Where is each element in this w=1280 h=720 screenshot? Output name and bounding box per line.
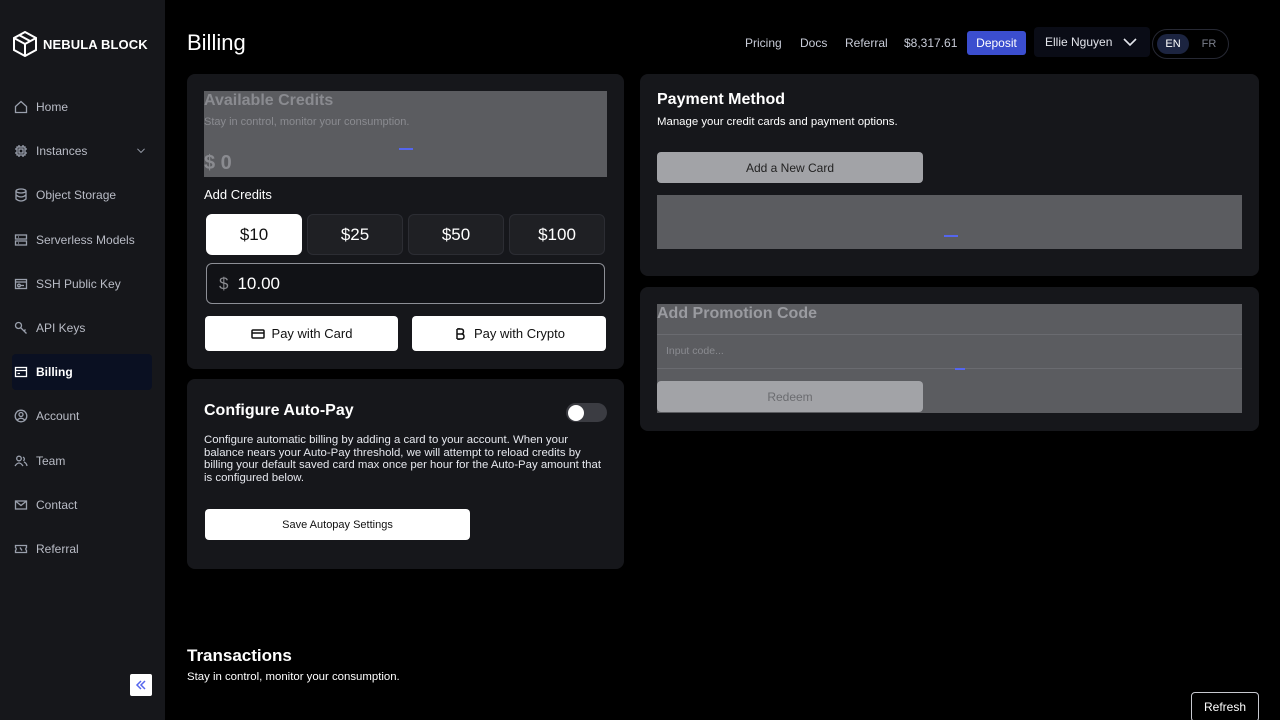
- cpu-icon: [14, 144, 28, 158]
- cards-loading-placeholder: [657, 195, 1242, 249]
- sidebar-item-label: Referral: [36, 542, 79, 556]
- language-option-en[interactable]: EN: [1157, 34, 1189, 54]
- pay-with-crypto-button[interactable]: Pay with Crypto: [412, 316, 606, 351]
- sidebar-item-label: Team: [36, 454, 66, 468]
- account-balance: $8,317.61: [904, 36, 958, 50]
- collapse-sidebar-button[interactable]: [130, 674, 152, 696]
- loading-spinner: [955, 368, 965, 370]
- server-icon: [14, 233, 28, 247]
- credits-amount: $ 0: [204, 152, 232, 174]
- credit-card-icon: [250, 328, 265, 339]
- brand-name: NEBULA BLOCK: [43, 36, 148, 52]
- autopay-toggle[interactable]: [566, 403, 607, 422]
- sidebar-item-label: Object Storage: [36, 188, 117, 202]
- sidebar-item-object-storage[interactable]: Object Storage: [12, 177, 152, 213]
- sidebar-item-team[interactable]: Team: [12, 443, 152, 479]
- sidebar-item-instances[interactable]: Instances: [12, 133, 152, 169]
- mail-icon: [14, 498, 28, 512]
- payment-method-title: Payment Method: [657, 91, 786, 108]
- credit-amount-value: 10.00: [237, 273, 281, 293]
- brand-logo[interactable]: NEBULA BLOCK: [13, 31, 148, 57]
- nav-link-pricing[interactable]: Pricing: [745, 30, 782, 56]
- preset-50-button[interactable]: $50: [408, 214, 504, 255]
- autopay-title: Configure Auto-Pay: [204, 402, 354, 419]
- transactions-subtitle: Stay in control, monitor your consumptio…: [187, 671, 400, 683]
- add-credits-label: Add Credits: [204, 187, 272, 202]
- sidebar-item-api-keys[interactable]: API Keys: [12, 310, 152, 346]
- sidebar-item-contact[interactable]: Contact: [12, 487, 152, 523]
- nav-link-referral[interactable]: Referral: [845, 30, 888, 56]
- payment-method-subtitle: Manage your credit cards and payment opt…: [657, 116, 898, 128]
- home-icon: [14, 100, 28, 114]
- cube-logo-icon: [13, 31, 37, 57]
- currency-symbol: $: [219, 273, 229, 293]
- page-title: Billing: [187, 30, 246, 55]
- sidebar-item-label: API Keys: [36, 321, 86, 335]
- add-new-card-button[interactable]: Add a New Card: [657, 152, 923, 183]
- sidebar-item-label: SSH Public Key: [36, 277, 121, 291]
- sidebar-item-label: Contact: [36, 498, 78, 512]
- sidebar-item-ssh-public-key[interactable]: SSH Public Key: [12, 266, 152, 302]
- bitcoin-icon: [456, 327, 465, 340]
- redeem-button[interactable]: Redeem: [657, 381, 923, 412]
- transactions-title: Transactions: [187, 646, 292, 665]
- preset-25-button[interactable]: $25: [307, 214, 403, 255]
- sidebar-item-label: Serverless Models: [36, 233, 135, 247]
- pay-with-crypto-label: Pay with Crypto: [473, 326, 566, 341]
- credit-amount-input[interactable]: $ 10.00: [206, 263, 605, 304]
- billing-icon: [14, 365, 28, 379]
- promo-code-placeholder: Input code...: [666, 345, 724, 357]
- credits-subtitle: Stay in control, monitor your consumptio…: [204, 116, 410, 128]
- sidebar-item-account[interactable]: Account: [12, 398, 152, 434]
- pay-with-card-button[interactable]: Pay with Card: [205, 316, 398, 351]
- preset-100-button[interactable]: $100: [509, 214, 605, 255]
- loading-spinner: [944, 235, 958, 237]
- sidebar-item-label: Instances: [36, 144, 88, 158]
- save-autopay-button[interactable]: Save Autopay Settings: [205, 509, 470, 540]
- language-option-fr[interactable]: FR: [1197, 34, 1221, 54]
- sidebar-item-home[interactable]: Home: [12, 89, 152, 125]
- sidebar-item-label: Account: [36, 409, 80, 423]
- promo-code-input[interactable]: Input code...: [657, 334, 1242, 369]
- key-box-icon: [14, 277, 28, 291]
- team-icon: [14, 454, 28, 468]
- deposit-button[interactable]: Deposit: [967, 31, 1026, 55]
- database-icon: [14, 188, 28, 202]
- autopay-description: Configure automatic billing by adding a …: [204, 434, 602, 484]
- sidebar-item-label: Billing: [36, 365, 73, 379]
- credits-title: Available Credits: [204, 92, 334, 109]
- chevron-down-icon[interactable]: [134, 146, 148, 156]
- language-switcher: EN FR: [1152, 29, 1229, 59]
- user-name: Ellie Nguyen: [1045, 35, 1113, 49]
- key-icon: [14, 321, 28, 335]
- promo-title: Add Promotion Code: [657, 305, 817, 322]
- sidebar-item-serverless-models[interactable]: Serverless Models: [12, 222, 152, 258]
- sidebar-item-referral[interactable]: Referral: [12, 531, 152, 567]
- double-chevron-left-icon: [135, 680, 146, 690]
- toggle-knob: [568, 404, 584, 421]
- user-menu[interactable]: Ellie Nguyen: [1034, 27, 1150, 57]
- sidebar: NEBULA BLOCK Home Instances Object Stora…: [0, 0, 165, 720]
- loading-spinner: [399, 148, 413, 150]
- sidebar-item-billing[interactable]: Billing: [12, 354, 152, 390]
- ticket-icon: [14, 542, 28, 556]
- sidebar-item-label: Home: [36, 100, 69, 114]
- nav-link-docs[interactable]: Docs: [800, 30, 827, 56]
- refresh-button[interactable]: Refresh: [1191, 692, 1259, 720]
- chevron-down-icon: [1123, 38, 1137, 47]
- pay-with-card-label: Pay with Card: [271, 326, 353, 341]
- user-circle-icon: [14, 409, 28, 423]
- preset-10-button[interactable]: $10: [206, 214, 302, 255]
